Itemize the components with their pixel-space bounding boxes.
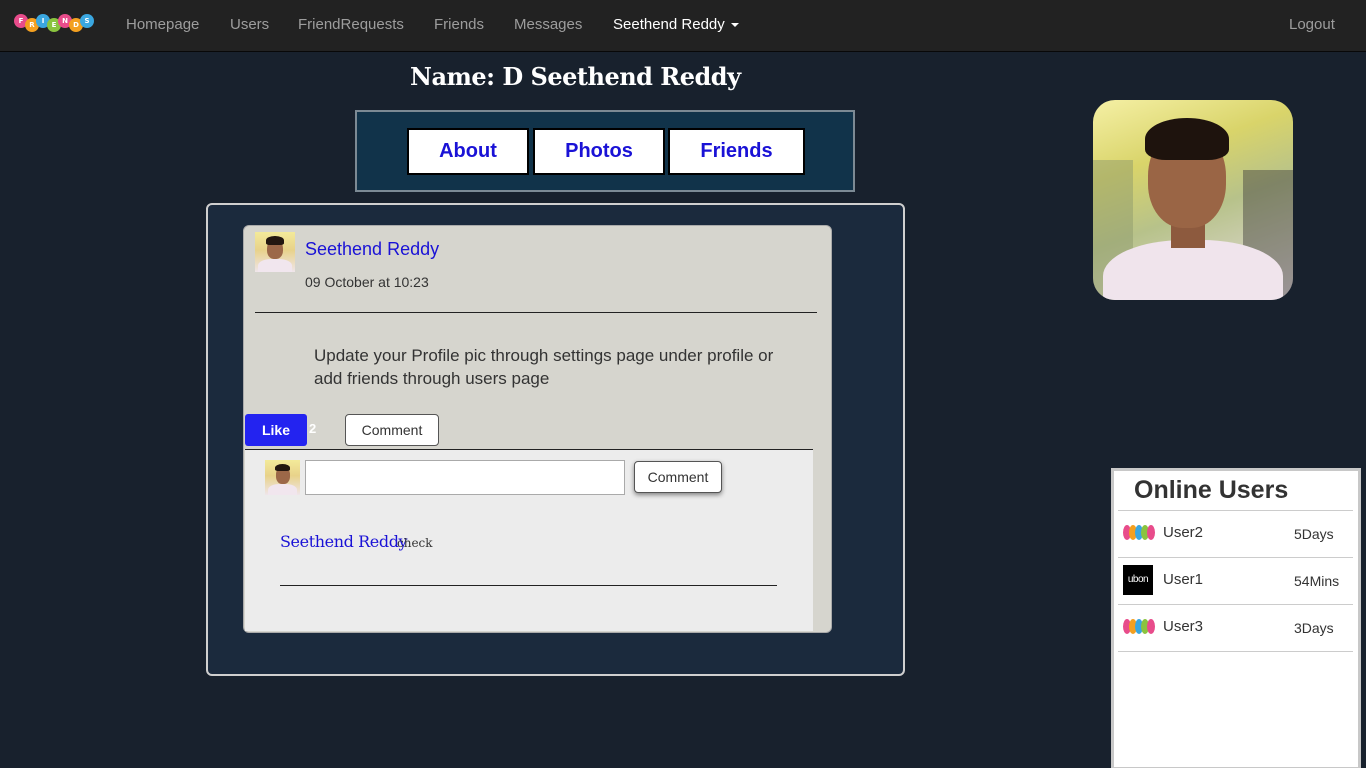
user-menu-dropdown[interactable]: Seethend Reddy bbox=[613, 16, 739, 33]
friends-logo[interactable]: F R I E N D S bbox=[14, 14, 98, 38]
online-users-title: Online Users bbox=[1134, 476, 1289, 504]
logout-link[interactable]: Logout bbox=[1289, 16, 1335, 33]
comment-text: check bbox=[397, 536, 433, 550]
comment-divider bbox=[280, 585, 777, 586]
online-user-row[interactable]: ubon User1 54Mins bbox=[1118, 557, 1353, 604]
online-user-name: User1 bbox=[1163, 571, 1204, 588]
nav-users[interactable]: Users bbox=[230, 16, 269, 33]
online-user-last-seen: 3Days bbox=[1294, 620, 1334, 636]
nav-homepage[interactable]: Homepage bbox=[126, 16, 199, 33]
friends-logo-icon bbox=[1123, 612, 1155, 642]
online-user-last-seen: 5Days bbox=[1294, 526, 1334, 542]
post-author-link[interactable]: Seethend Reddy bbox=[305, 239, 439, 260]
nav-messages[interactable]: Messages bbox=[514, 16, 582, 33]
caret-down-icon bbox=[730, 23, 739, 28]
nav-friend-requests[interactable]: FriendRequests bbox=[298, 16, 404, 33]
online-user-row[interactable]: User3 3Days bbox=[1118, 604, 1353, 651]
like-count: 2 bbox=[309, 421, 317, 436]
comment-toggle-button[interactable]: Comment bbox=[345, 414, 439, 446]
online-user-name: User3 bbox=[1163, 618, 1204, 635]
navbar: F R I E N D S Homepage Users FriendReque… bbox=[0, 0, 1366, 52]
comment-author-link[interactable]: Seethend Reddy bbox=[280, 532, 408, 551]
brand-letter: S bbox=[80, 14, 94, 28]
tab-about[interactable]: About bbox=[407, 128, 529, 175]
like-button[interactable]: Like bbox=[245, 414, 307, 446]
ubon-logo-icon: ubon bbox=[1123, 565, 1153, 595]
post-timestamp: 09 October at 10:23 bbox=[305, 274, 429, 290]
submit-comment-button[interactable]: Comment bbox=[634, 461, 722, 493]
post-author-avatar[interactable] bbox=[255, 232, 295, 272]
nav-friends[interactable]: Friends bbox=[434, 16, 484, 33]
user-menu-label: Seethend Reddy bbox=[613, 16, 725, 33]
online-user-last-seen: 54Mins bbox=[1294, 573, 1340, 589]
profile-name-heading: Name: D Seethend Reddy bbox=[410, 62, 741, 91]
online-user-row[interactable]: User2 5Days bbox=[1118, 510, 1353, 557]
post-divider bbox=[255, 312, 817, 313]
online-list-end-divider bbox=[1118, 651, 1353, 652]
profile-tabs: About Photos Friends bbox=[355, 110, 855, 192]
post-body-text: Update your Profile pic through settings… bbox=[314, 346, 774, 388]
profile-photo[interactable] bbox=[1093, 100, 1293, 300]
tab-photos[interactable]: Photos bbox=[533, 128, 665, 175]
friends-logo-icon bbox=[1123, 518, 1155, 548]
online-user-name: User2 bbox=[1163, 524, 1204, 541]
comment-input[interactable] bbox=[305, 460, 625, 495]
tab-friends[interactable]: Friends bbox=[668, 128, 805, 175]
commenter-avatar bbox=[265, 460, 300, 495]
